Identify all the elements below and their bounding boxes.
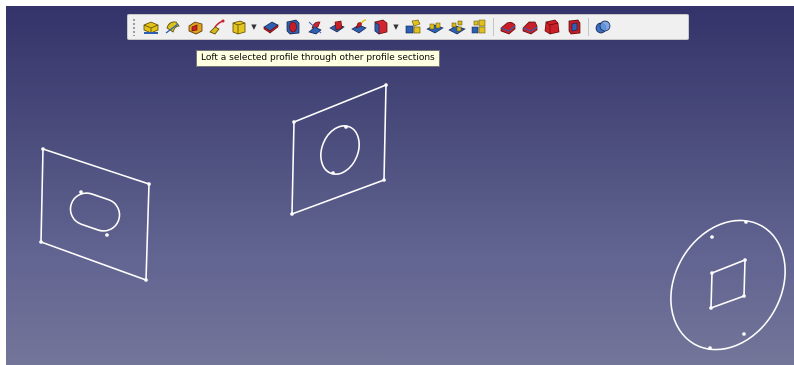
fillet-button[interactable]	[498, 17, 518, 37]
multitransform-icon	[471, 19, 486, 34]
chamfer-button[interactable]	[520, 17, 540, 37]
toolbar-separator	[588, 18, 589, 36]
subtractive-primitive-icon	[374, 19, 388, 35]
thickness-button[interactable]	[564, 17, 584, 37]
additive-primitive-dropdown[interactable]: ▼	[250, 17, 258, 37]
linear-pattern-button[interactable]	[425, 17, 445, 37]
additive-pipe-button[interactable]	[207, 17, 227, 37]
pocket-button[interactable]	[261, 17, 281, 37]
partdesign-toolbar: ▼ ▼	[127, 14, 689, 40]
pad-icon	[143, 21, 159, 34]
subtractive-loft-icon	[329, 20, 345, 33]
toolbar-separator	[493, 18, 494, 36]
toolbar-grip[interactable]	[132, 18, 136, 36]
draft-icon	[544, 19, 560, 35]
pocket-icon	[263, 21, 279, 34]
chamfer-icon	[522, 21, 538, 35]
polar-pattern-button[interactable]	[447, 17, 467, 37]
groove-button[interactable]	[305, 17, 325, 37]
boolean-icon	[595, 20, 611, 34]
groove-icon	[308, 21, 322, 35]
multitransform-button[interactable]	[469, 17, 489, 37]
subtractive-loft-button[interactable]	[327, 17, 347, 37]
sketch-2-outer-rectangle	[291, 83, 387, 216]
additive-loft-icon	[188, 21, 203, 35]
mirrored-icon	[405, 19, 421, 34]
thickness-icon	[568, 19, 581, 35]
subtractive-pipe-icon	[351, 19, 367, 34]
polar-pattern-icon	[448, 20, 466, 35]
subtractive-pipe-button[interactable]	[349, 17, 369, 37]
linear-pattern-icon	[426, 22, 444, 34]
pad-button[interactable]	[141, 17, 161, 37]
toolbar-tooltip: Loft a selected profile through other pr…	[196, 50, 440, 67]
fillet-icon	[500, 21, 516, 35]
additive-loft-button[interactable]	[185, 17, 205, 37]
sketch-2-ellipse	[320, 125, 360, 175]
sketch-3-inner-rectangle	[710, 258, 746, 310]
revolution-icon	[165, 21, 180, 34]
draft-button[interactable]	[542, 17, 562, 37]
sketch-1-outer-rectangle	[40, 147, 150, 282]
hole-icon	[286, 19, 300, 35]
subtractive-primitive-button[interactable]	[371, 17, 391, 37]
additive-primitive-icon	[232, 20, 246, 35]
additive-pipe-icon	[209, 19, 225, 35]
additive-primitive-button[interactable]	[229, 17, 249, 37]
sketch-3-outer-ellipse	[670, 219, 786, 351]
mirrored-button[interactable]	[403, 17, 423, 37]
boolean-button[interactable]	[593, 17, 613, 37]
sketch-1-slot	[69, 192, 121, 232]
hole-button[interactable]	[283, 17, 303, 37]
subtractive-primitive-dropdown[interactable]: ▼	[392, 17, 400, 37]
revolution-button[interactable]	[163, 17, 183, 37]
